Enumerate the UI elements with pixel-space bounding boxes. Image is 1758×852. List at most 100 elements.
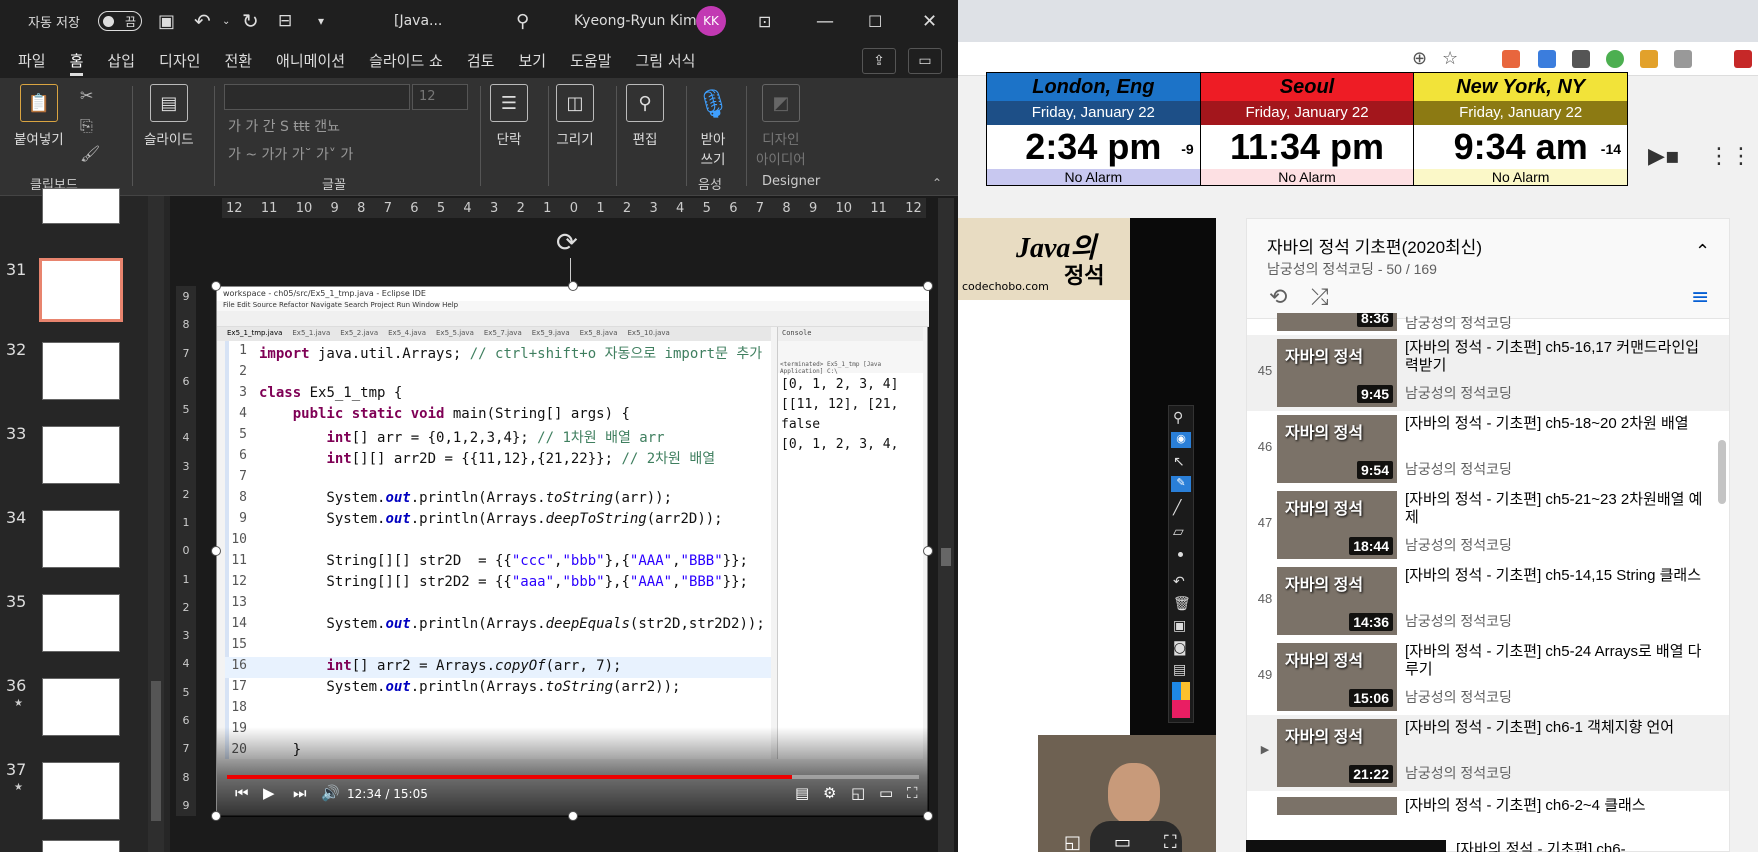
settings-icon[interactable]: ⚙ xyxy=(1014,832,1030,852)
cursor-icon[interactable]: ↖ xyxy=(1173,454,1185,470)
paragraph-button[interactable]: ☰ 단락 xyxy=(490,84,528,148)
extension-icon[interactable] xyxy=(1606,50,1624,68)
collapse-ribbon-icon[interactable]: ⌃ xyxy=(932,176,942,190)
loop-icon[interactable]: ⟲ xyxy=(1269,285,1287,310)
extension-icon[interactable] xyxy=(1674,50,1692,68)
eye-icon[interactable]: ◉ xyxy=(1171,432,1191,448)
extension-icon[interactable] xyxy=(1734,50,1752,68)
autosave-toggle[interactable]: 끔 xyxy=(92,0,142,42)
present-icon[interactable]: ⊟ xyxy=(278,0,292,42)
paste-button[interactable]: 📋 붙여넣기 xyxy=(14,84,64,148)
save-icon[interactable]: ▣ xyxy=(1173,618,1186,634)
video-thumbnail[interactable] xyxy=(1246,840,1446,852)
ribbon-display-icon[interactable]: ⊡ xyxy=(758,0,771,42)
undo-dropdown-icon[interactable]: ⌄ xyxy=(222,0,230,42)
bookmark-star-icon[interactable]: ☆ xyxy=(1442,48,1458,69)
close-icon[interactable]: ✕ xyxy=(922,0,937,42)
miniplayer-icon[interactable]: ◱ xyxy=(851,784,865,802)
list-item-now-playing[interactable]: ▶ 자바의 정석 21:22 [자바의 정석 - 기초편] ch6-1 객체지향 … xyxy=(1247,715,1729,791)
clipboard-icon[interactable]: ▤ xyxy=(1173,662,1186,678)
extension-icon[interactable] xyxy=(1640,50,1658,68)
list-item[interactable]: 49 자바의 정석 15:06 [자바의 정석 - 기초편] ch5-24 Arr… xyxy=(1247,639,1729,715)
next-video-title[interactable]: [자바의 정석 - 기초편] ch6- xyxy=(1456,838,1626,852)
resize-handle[interactable] xyxy=(211,546,221,556)
playlist-title[interactable]: 자바의 정석 기초편(2020최신) xyxy=(1267,233,1482,258)
slide-thumbnail[interactable] xyxy=(42,840,120,852)
list-item[interactable]: 48 자바의 정석 14:36 [자바의 정석 - 기초편] ch5-14,15 … xyxy=(1247,563,1729,639)
design-ideas-button[interactable]: ◩ 디자인 아이디어 xyxy=(756,84,806,168)
slide-thumbnail-selected[interactable] xyxy=(39,258,123,322)
slide-thumbnail[interactable] xyxy=(42,342,120,400)
slide-thumbnail[interactable] xyxy=(42,426,120,484)
extension-icon[interactable] xyxy=(1572,50,1590,68)
search-icon[interactable]: ⚲ xyxy=(516,0,529,42)
dictate-button[interactable]: 🎙 받아 쓰기 xyxy=(694,84,732,169)
new-slide-button[interactable]: ▤ 슬라이드 xyxy=(144,84,194,148)
eraser-icon[interactable]: ▱ xyxy=(1173,524,1184,540)
avatar[interactable]: KK xyxy=(696,0,726,42)
tab-view[interactable]: 보기 xyxy=(506,42,558,78)
undo-icon[interactable]: ↶ xyxy=(1173,574,1185,590)
video-title[interactable]: [자바의 정석 - 기초편] ch6-1 객체지향 언어 xyxy=(1405,719,1705,737)
customize-qat-icon[interactable]: ▾ xyxy=(318,0,324,42)
camera-icon[interactable]: ◙ xyxy=(1173,640,1187,656)
font-format-row2[interactable]: 가 ~ 가가 가˘ 가˅ 가 xyxy=(228,144,353,164)
playlist-scrollbar[interactable] xyxy=(1718,440,1726,504)
minimize-icon[interactable]: — xyxy=(816,0,834,42)
video-thumbnail[interactable]: 자바의 정석 14:36 xyxy=(1277,567,1397,635)
add-icon[interactable]: ⊕ xyxy=(1412,48,1427,69)
save-icon[interactable]: ▣ xyxy=(158,0,175,42)
collapse-icon[interactable]: ⌃ xyxy=(1695,241,1710,262)
slide-thumbnail[interactable] xyxy=(42,188,120,224)
list-item[interactable]: 46 자바의 정석 9:54 [자바의 정석 - 기초편] ch5-18~20 2… xyxy=(1247,411,1729,487)
next-icon[interactable]: ⏭ xyxy=(293,784,307,802)
tab-transitions[interactable]: 전환 xyxy=(212,42,264,78)
resize-handle[interactable] xyxy=(568,281,578,291)
tab-home[interactable]: 홈 xyxy=(58,42,96,78)
subtitles-icon[interactable]: ▤ xyxy=(966,832,983,852)
video-title[interactable]: [자바의 정석 - 기초편] ch5-21~23 2차원배열 예제 xyxy=(1405,491,1705,527)
list-item[interactable]: 47 자바의 정석 18:44 [자바의 정석 - 기초편] ch5-21~23 … xyxy=(1247,487,1729,563)
apps-grid-icon[interactable]: ⋮⋮ xyxy=(1708,144,1752,169)
cut-icon[interactable]: ✂ xyxy=(80,86,93,105)
undo-icon[interactable]: ↶ xyxy=(194,0,211,42)
color-palette-icon[interactable] xyxy=(1172,682,1190,718)
resize-handle[interactable] xyxy=(923,546,933,556)
theater-icon[interactable]: ▭ xyxy=(879,784,893,802)
rotate-handle-icon[interactable]: ⟳ xyxy=(556,228,578,258)
resize-handle[interactable] xyxy=(211,811,221,821)
list-item[interactable]: 8:36 남궁성의 정석코딩 xyxy=(1247,313,1729,333)
volume-icon[interactable]: 🔊 xyxy=(321,784,340,802)
format-painter-icon[interactable]: 🖌 xyxy=(80,144,100,163)
video-title[interactable]: [자바의 정석 - 기초편] ch6-2~4 클래스 xyxy=(1405,797,1705,815)
play-icon[interactable]: ▶ xyxy=(263,784,275,802)
subtitles-icon[interactable]: ▤ xyxy=(795,784,809,802)
video-thumbnail[interactable]: 자바의 정석 9:45 xyxy=(1277,339,1397,407)
settings-icon[interactable]: ⚙ xyxy=(823,784,836,802)
trash-icon[interactable]: 🗑 xyxy=(1173,596,1191,612)
pin-icon[interactable]: ⚲ xyxy=(1173,410,1183,426)
copy-icon[interactable]: ⎘ xyxy=(80,116,93,136)
canvas-scrollbar[interactable] xyxy=(938,198,954,852)
tab-insert[interactable]: 삽입 xyxy=(95,42,147,78)
extension-icon[interactable] xyxy=(1502,50,1520,68)
highlighter-icon[interactable]: ╱ xyxy=(1173,500,1181,516)
miniplayer-icon[interactable]: ◱ xyxy=(1064,832,1081,852)
video-title[interactable]: [자바의 정석 - 기초편] ch5-16,17 커맨드라인입력받기 xyxy=(1405,339,1705,375)
theater-icon[interactable]: ▭ xyxy=(1114,832,1131,852)
tab-slideshow[interactable]: 슬라이드 쇼 xyxy=(357,42,455,78)
list-item[interactable]: 45 자바의 정석 9:45 [자바의 정석 - 기초편] ch5-16,17 커… xyxy=(1247,335,1729,411)
thumbnails-scrollbar[interactable] xyxy=(148,196,164,852)
tab-design[interactable]: 디자인 xyxy=(147,42,212,78)
font-size-dropdown[interactable]: 12 xyxy=(412,84,468,110)
video-title[interactable]: [자바의 정석 - 기초편] ch5-14,15 String 클래스 xyxy=(1405,567,1705,585)
video-thumbnail[interactable]: 자바의 정석 15:06 xyxy=(1277,643,1397,711)
tab-help[interactable]: 도움말 xyxy=(558,42,623,78)
font-family-dropdown[interactable] xyxy=(224,84,410,110)
drawing-button[interactable]: ◫ 그리기 xyxy=(556,84,594,148)
editing-button[interactable]: ⚲ 편집 xyxy=(626,84,664,148)
slide-thumbnail[interactable] xyxy=(42,678,120,736)
font-format-row1[interactable]: 가 가 간 S ŧŧŧ 갠뇨 xyxy=(228,116,340,136)
redo-icon[interactable]: ↻ xyxy=(242,0,259,42)
create-video-icon[interactable]: ▶▪ xyxy=(1648,144,1680,169)
